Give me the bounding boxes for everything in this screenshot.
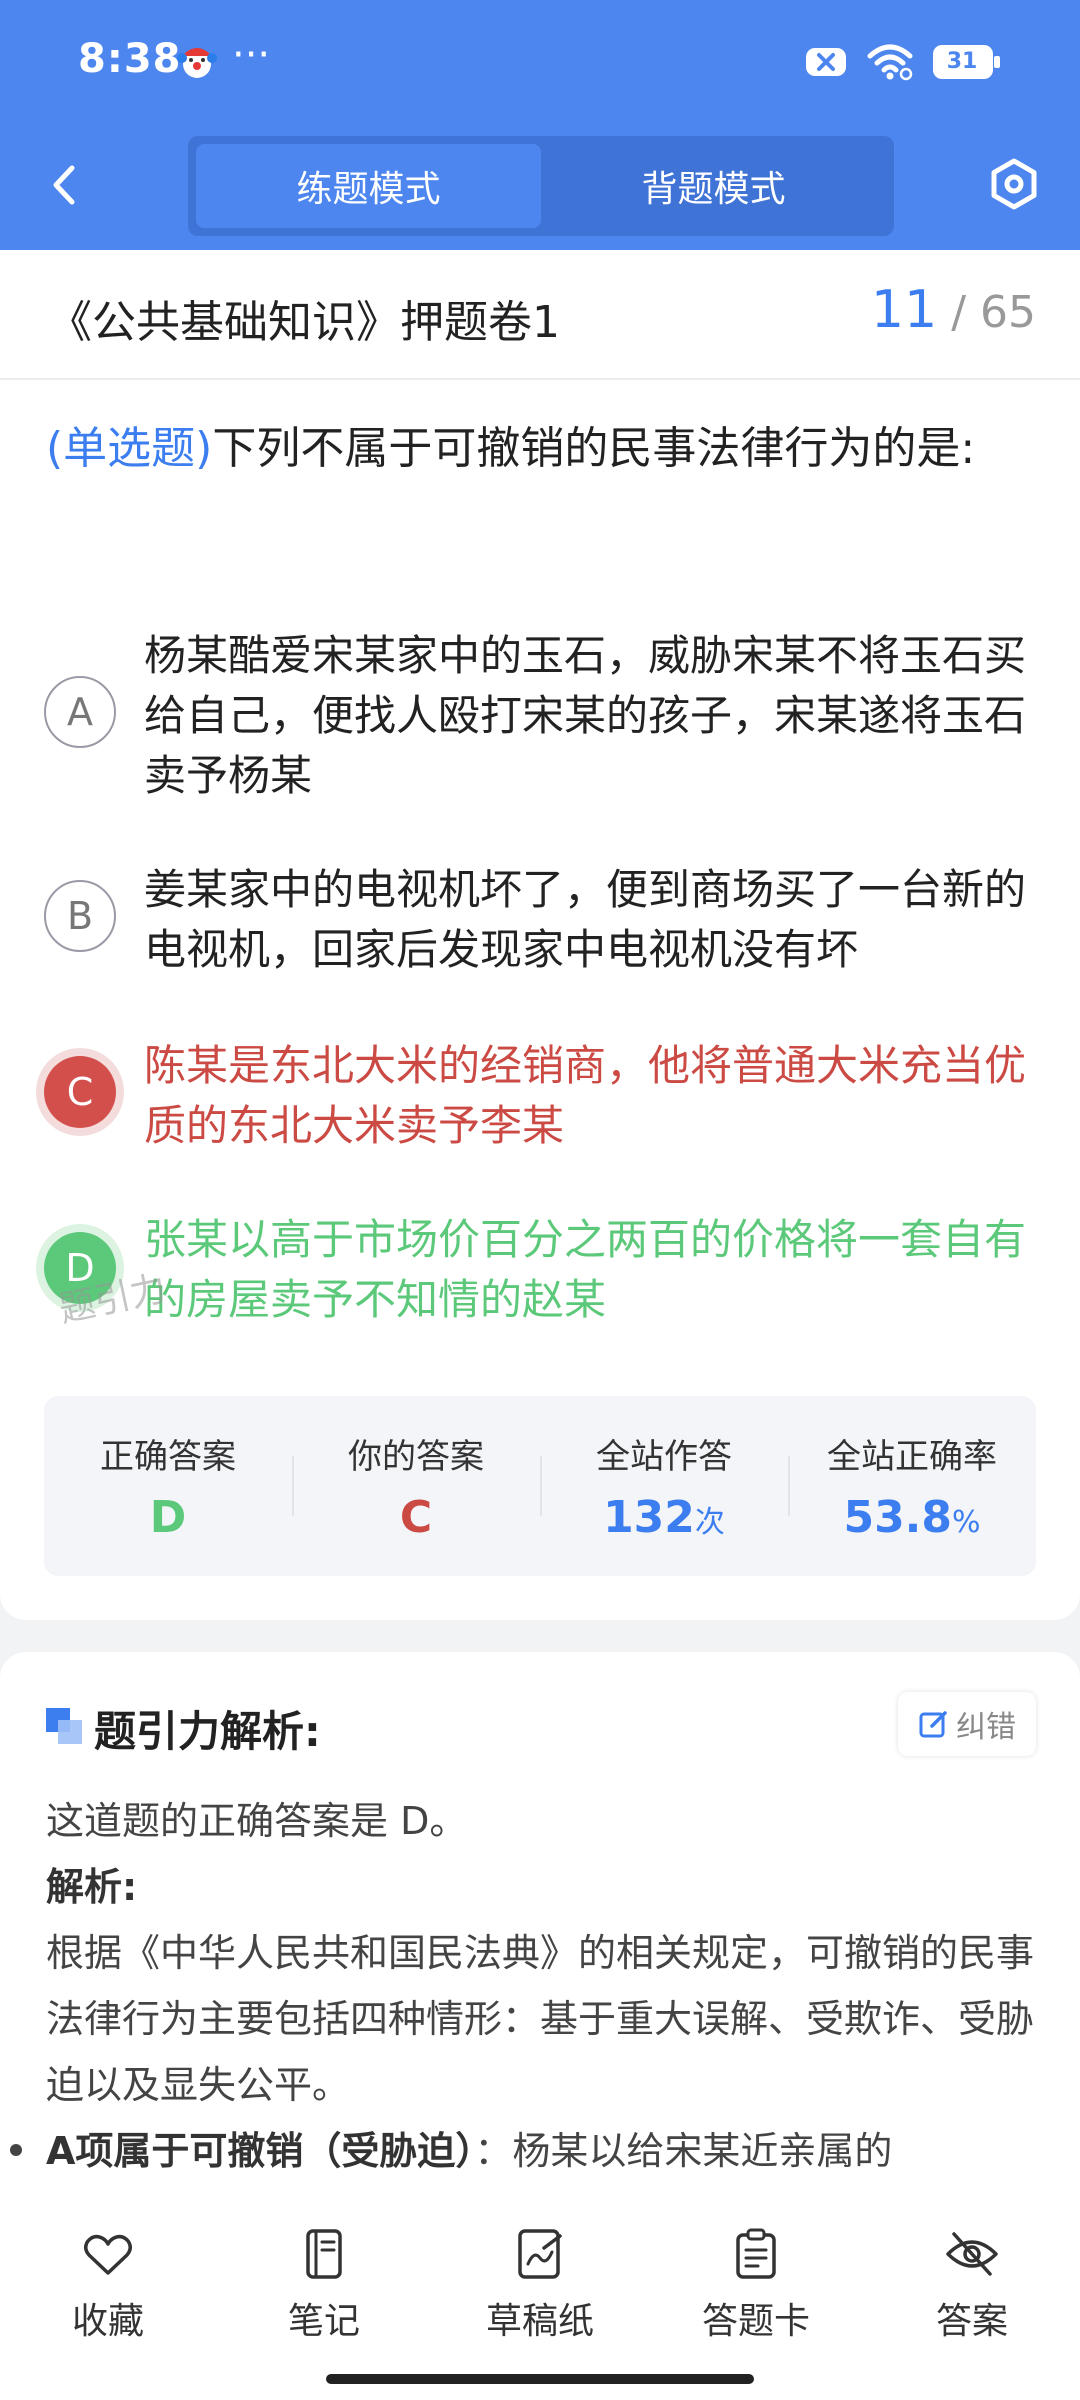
favorite-button[interactable]: 收藏 bbox=[28, 2226, 188, 2344]
answer-card-button[interactable]: 答题卡 bbox=[676, 2226, 836, 2344]
option-text-a: 杨某酷爱宋某家中的玉石，威胁宋某不将玉石买给自己，便找人殴打宋某的孩子，宋某遂将… bbox=[144, 631, 1027, 800]
report-error-button[interactable]: 纠错 bbox=[898, 1692, 1036, 1756]
answer-stats: 正确答案 D 你的答案 C 全站作答 132次 全站正确率 53.8% bbox=[44, 1396, 1036, 1576]
show-answer-button[interactable]: 答案 bbox=[892, 2226, 1052, 2344]
draft-icon bbox=[518, 2229, 562, 2279]
mode-switch: 练题模式 背题模式 bbox=[188, 136, 894, 236]
question-card: (单选题)下列不属于可撤销的民事法律行为的是: A 杨某酷爱宋某家中的玉石，威胁… bbox=[0, 380, 1080, 1620]
bottom-toolbar: 收藏 笔记 草稿纸 答题卡 答案 bbox=[0, 2206, 1080, 2400]
bullet-dot bbox=[10, 2144, 22, 2156]
question-text: 下列不属于可撤销的民事法律行为的是: bbox=[212, 423, 976, 474]
paper-title: 《公共基础知识》押题卷1 bbox=[48, 297, 560, 348]
analysis-body: 这道题的正确答案是 D。 解析: 根据《中华人民共和国民法典》的相关规定，可撤销… bbox=[10, 1788, 1040, 2184]
analysis-paragraph: 根据《中华人民共和国民法典》的相关规定，可撤销的民事法律行为主要包括四种情形：基… bbox=[46, 1931, 1035, 2107]
current-question-number: 11 bbox=[871, 280, 938, 340]
settings-hexagon-icon[interactable] bbox=[986, 156, 1042, 212]
your-answer-value: C bbox=[399, 1492, 433, 1543]
answer-card-icon bbox=[736, 2228, 776, 2279]
analysis-title: 题引力解析: bbox=[94, 1707, 321, 1756]
accuracy-rate-value: 53.8% bbox=[843, 1492, 981, 1543]
notebook-icon bbox=[306, 2229, 342, 2279]
total-question-number: / 65 bbox=[951, 287, 1036, 338]
status-time: 8:38 bbox=[78, 36, 182, 82]
stat-correct-answer: 正确答案 D bbox=[100, 1437, 236, 1543]
notes-button[interactable]: 笔记 bbox=[244, 2226, 404, 2344]
question-type: (单选题) bbox=[46, 423, 213, 474]
eye-off-icon bbox=[946, 2232, 998, 2276]
battery-level: 31 bbox=[946, 49, 978, 74]
draft-paper-button[interactable]: 草稿纸 bbox=[460, 2226, 620, 2344]
tab-practice-mode[interactable]: 练题模式 bbox=[196, 144, 541, 228]
status-more-dots: ··· bbox=[232, 32, 271, 78]
back-arrow-icon[interactable] bbox=[44, 160, 84, 210]
sim-no-service-icon bbox=[806, 48, 846, 76]
option-letter-c: C bbox=[44, 1056, 116, 1128]
paper-title-row: 《公共基础知识》押题卷1 11 / 65 bbox=[0, 250, 1080, 380]
app-header: 8:38 ··· 31 练题模式 背题模式 bbox=[0, 0, 1080, 250]
tab-memorize-mode[interactable]: 背题模式 bbox=[541, 144, 886, 228]
wifi-icon bbox=[867, 44, 913, 81]
heart-icon bbox=[84, 2234, 132, 2275]
stat-accuracy-rate: 全站正确率 53.8% bbox=[788, 1396, 1036, 1576]
option-text-c: 陈某是东北大米的经销商，他将普通大米充当优质的东北大米卖予李某 bbox=[144, 1041, 1027, 1150]
analysis-answer-line: 这道题的正确答案是 D。 bbox=[46, 1799, 468, 1843]
analysis-card: 题引力解析: 纠错 这道题的正确答案是 D。 解析: 根据《中华人民共和国民法典… bbox=[0, 1652, 1080, 2212]
analysis-squares-icon bbox=[46, 1708, 82, 1744]
question-counter[interactable]: 11 / 65 bbox=[871, 280, 1036, 340]
option-text-b: 姜某家中的电视机坏了，便到商场买了一台新的电视机，回家后发现家中电视机没有坏 bbox=[144, 865, 1027, 974]
status-bar: 8:38 ··· 31 bbox=[0, 0, 1080, 120]
home-indicator[interactable] bbox=[326, 2374, 754, 2384]
correct-answer-value: D bbox=[149, 1492, 187, 1543]
option-text-d: 张某以高于市场价百分之两百的价格将一套自有的房屋卖予不知情的赵某 bbox=[144, 1215, 1027, 1324]
edit-icon bbox=[919, 1711, 947, 1738]
option-letter-b: B bbox=[44, 880, 116, 952]
status-icons: 31 bbox=[804, 40, 1002, 84]
total-attempts-value: 132次 bbox=[603, 1492, 725, 1543]
analysis-bullet-a: A项属于可撤销（受胁迫）：杨某以给宋某近亲属的 bbox=[10, 2118, 1040, 2184]
analysis-label: 解析: bbox=[46, 1865, 138, 1909]
stat-your-answer: 你的答案 C bbox=[292, 1396, 540, 1576]
app-notification-icon bbox=[177, 48, 217, 78]
stat-total-attempts: 全站作答 132次 bbox=[540, 1396, 788, 1576]
battery-icon: 31 bbox=[932, 44, 1002, 80]
question-stem: (单选题)下列不属于可撤销的民事法律行为的是: bbox=[46, 402, 1046, 496]
option-letter-a: A bbox=[44, 676, 116, 748]
